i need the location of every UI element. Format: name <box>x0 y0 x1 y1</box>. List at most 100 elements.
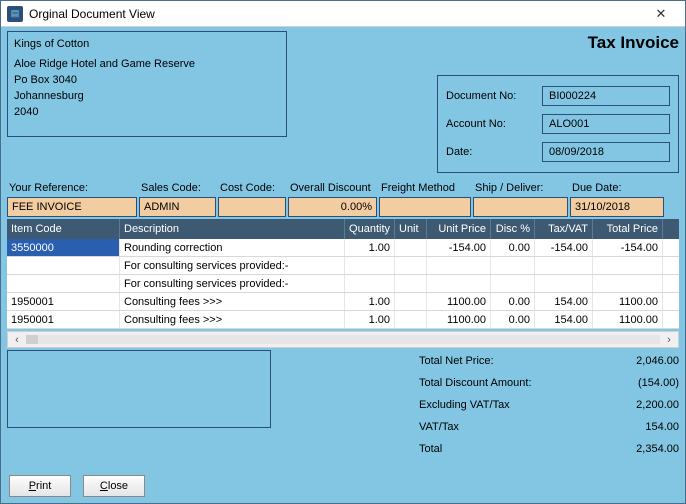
scroll-thumb[interactable] <box>26 335 38 344</box>
cell <box>593 257 663 274</box>
customer-line2: Po Box 3040 <box>14 72 280 88</box>
bottom-row: Total Net Price:2,046.00 Total Discount … <box>7 350 679 473</box>
col-tax-vat[interactable]: Tax/VAT <box>535 219 593 239</box>
col-unit-price[interactable]: Unit Price <box>427 219 491 239</box>
client-area: Kings of Cotton Aloe Ridge Hotel and Gam… <box>1 27 685 503</box>
date-field[interactable]: 08/09/2018 <box>542 142 670 162</box>
total-total-label: Total <box>419 443 579 455</box>
table-row[interactable]: 1950001Consulting fees >>>1.001100.000.0… <box>7 311 679 329</box>
col-item-code[interactable]: Item Code <box>7 219 120 239</box>
cost-label: Cost Code: <box>218 179 286 197</box>
ship-label: Ship / Deliver: <box>473 179 568 197</box>
table-row[interactable]: 1950001Consulting fees >>>1.001100.000.0… <box>7 293 679 311</box>
date-label: Date: <box>446 146 542 158</box>
window-title: Orginal Document View <box>29 7 643 21</box>
cell <box>7 257 120 274</box>
scroll-track[interactable] <box>26 335 660 344</box>
cell <box>491 257 535 274</box>
cell <box>593 275 663 292</box>
customer-line4: 2040 <box>14 104 280 120</box>
cell <box>345 257 395 274</box>
cell <box>491 275 535 292</box>
cell: 1.00 <box>345 311 395 328</box>
col-description[interactable]: Description <box>120 219 345 239</box>
cell: 1950001 <box>7 311 120 328</box>
disc-input[interactable]: 0.00% <box>288 197 377 217</box>
close-icon[interactable]: ✕ <box>643 4 679 24</box>
cost-input[interactable] <box>218 197 286 217</box>
col-total-price[interactable]: Total Price <box>593 219 663 239</box>
cell: 1100.00 <box>593 293 663 310</box>
total-net-label: Total Net Price: <box>419 355 579 367</box>
disc-label: Overall Discount <box>288 179 377 197</box>
table-row[interactable]: 3550000Rounding correction1.00-154.000.0… <box>7 239 679 257</box>
docno-label: Document No: <box>446 90 542 102</box>
total-vat-label: VAT/Tax <box>419 421 579 433</box>
cell <box>395 239 427 256</box>
freight-input[interactable] <box>379 197 471 217</box>
cell: 1.00 <box>345 293 395 310</box>
cell <box>395 257 427 274</box>
print-button[interactable]: Print <box>9 475 71 497</box>
table-row[interactable]: For consulting services provided:- <box>7 257 679 275</box>
cell <box>427 275 491 292</box>
totals: Total Net Price:2,046.00 Total Discount … <box>419 350 679 473</box>
customer-box: Kings of Cotton Aloe Ridge Hotel and Gam… <box>7 31 287 137</box>
ship-input[interactable] <box>473 197 568 217</box>
cell: 1100.00 <box>593 311 663 328</box>
cell: 0.00 <box>491 293 535 310</box>
cell: -154.00 <box>593 239 663 256</box>
customer-company: Kings of Cotton <box>14 36 280 52</box>
cell: 3550000 <box>7 239 120 256</box>
docno-field[interactable]: BI000224 <box>542 86 670 106</box>
line-items-grid: Item Code Description Quantity Unit Unit… <box>7 219 679 348</box>
cell <box>395 293 427 310</box>
col-unit[interactable]: Unit <box>395 219 427 239</box>
cell: 1950001 <box>7 293 120 310</box>
acct-label: Account No: <box>446 118 542 130</box>
cell <box>345 275 395 292</box>
cell: 154.00 <box>535 293 593 310</box>
cell: Consulting fees >>> <box>120 293 345 310</box>
cell: For consulting services provided:- <box>120 257 345 274</box>
horizontal-scrollbar[interactable]: ‹ › <box>7 331 679 348</box>
scroll-right-icon[interactable]: › <box>662 334 676 346</box>
col-quantity[interactable]: Quantity <box>345 219 395 239</box>
cell <box>535 257 593 274</box>
due-label: Due Date: <box>570 179 664 197</box>
button-bar: Print Close <box>7 473 679 497</box>
ref-label: Your Reference: <box>7 179 137 197</box>
total-total-value: 2,354.00 <box>579 443 679 455</box>
due-input[interactable]: 31/10/2018 <box>570 197 664 217</box>
cell: 0.00 <box>491 239 535 256</box>
col-disc-pct[interactable]: Disc % <box>491 219 535 239</box>
grid-body: 3550000Rounding correction1.00-154.000.0… <box>7 239 679 329</box>
cell: 0.00 <box>491 311 535 328</box>
cell <box>427 257 491 274</box>
total-disc-value: (154.00) <box>579 377 679 389</box>
cell <box>395 311 427 328</box>
window: ▤ Orginal Document View ✕ Kings of Cotto… <box>0 0 686 504</box>
close-button[interactable]: Close <box>83 475 145 497</box>
cell: 1100.00 <box>427 293 491 310</box>
table-row[interactable]: For consulting services provided:- <box>7 275 679 293</box>
top-row: Kings of Cotton Aloe Ridge Hotel and Gam… <box>7 31 679 173</box>
grid-header: Item Code Description Quantity Unit Unit… <box>7 219 679 239</box>
ref-input[interactable]: FEE INVOICE <box>7 197 137 217</box>
notes-box[interactable] <box>7 350 271 428</box>
sales-label: Sales Code: <box>139 179 216 197</box>
cell <box>7 275 120 292</box>
sales-input[interactable]: ADMIN <box>139 197 216 217</box>
cell <box>395 275 427 292</box>
cell: For consulting services provided:- <box>120 275 345 292</box>
right-col: Tax Invoice Document No: BI000224 Accoun… <box>293 31 679 173</box>
meta-box: Document No: BI000224 Account No: ALO001… <box>437 75 679 173</box>
total-vat-value: 154.00 <box>579 421 679 433</box>
document-title: Tax Invoice <box>588 31 679 53</box>
scroll-left-icon[interactable]: ‹ <box>10 334 24 346</box>
filters: Your Reference: Sales Code: Cost Code: O… <box>7 179 679 217</box>
cell: -154.00 <box>427 239 491 256</box>
acct-field[interactable]: ALO001 <box>542 114 670 134</box>
customer-line1: Aloe Ridge Hotel and Game Reserve <box>14 56 280 72</box>
total-net-value: 2,046.00 <box>579 355 679 367</box>
